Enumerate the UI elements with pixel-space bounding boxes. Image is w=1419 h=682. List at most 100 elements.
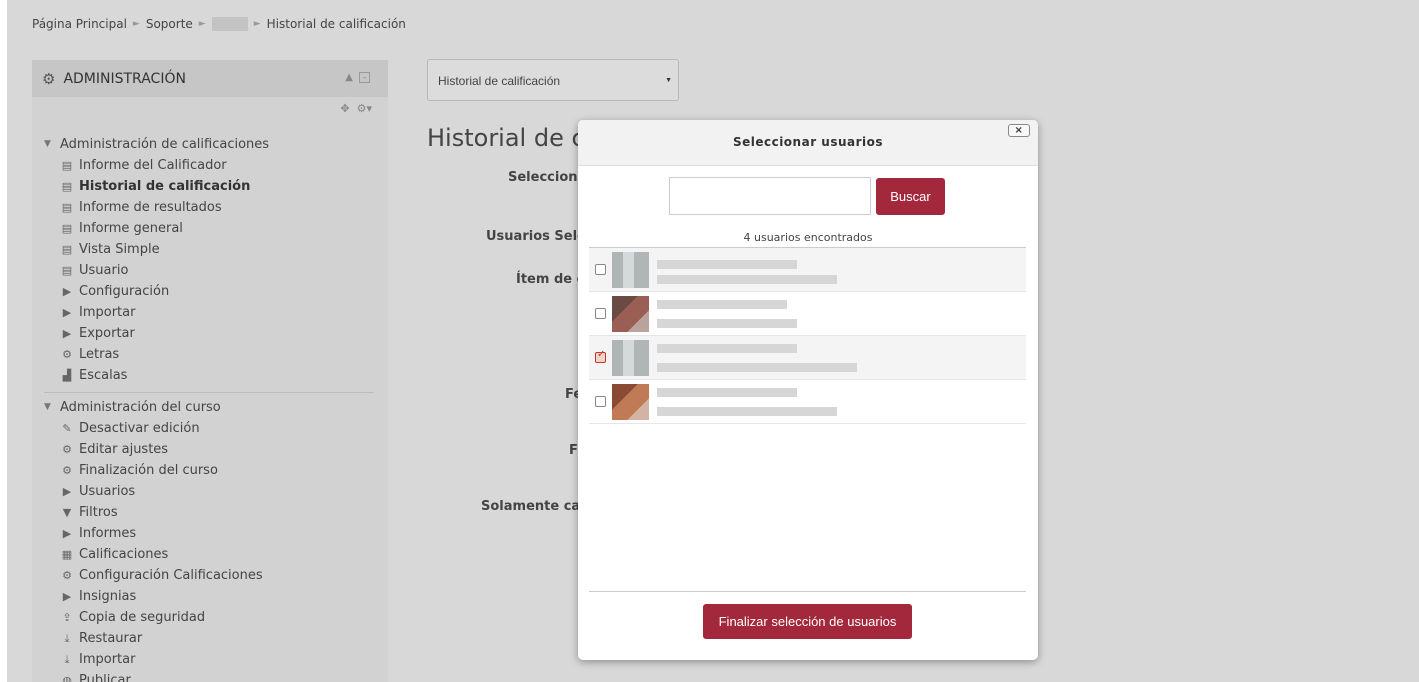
blurred-name: [657, 260, 797, 269]
tree-section-grades[interactable]: ▼ Administración de calificaciones: [44, 134, 374, 155]
gears-icon: ⚙: [42, 69, 56, 88]
tree-item-escalas[interactable]: ▟ Escalas: [44, 365, 374, 386]
user-checkbox[interactable]: [595, 308, 606, 319]
tree-item-label: Configuración Calificaciones: [79, 568, 263, 583]
block-tools: ✥ ⚙▾: [340, 102, 372, 115]
tree-item-restaurar[interactable]: ⤓ Restaurar: [44, 628, 374, 649]
tree-item-usuarios[interactable]: ▶ Usuarios: [44, 481, 374, 502]
tree-item-publicar[interactable]: ◍ Publicar: [44, 670, 374, 682]
caret-down-icon: ▼: [44, 402, 51, 412]
blurred-name: [657, 300, 787, 309]
tree-item-informes[interactable]: ▶ Informes: [44, 523, 374, 544]
tree-section-label: Administración del curso: [60, 400, 221, 415]
filter-icon: ▼: [62, 506, 72, 519]
download-icon: ⤓: [64, 653, 70, 666]
breadcrumb-home[interactable]: Página Principal: [32, 17, 127, 31]
tree-item-historial[interactable]: ▤ Historial de calificación: [44, 176, 374, 197]
tree-item-calificaciones[interactable]: ▦ Calificaciones: [44, 544, 374, 565]
close-icon[interactable]: ×: [1008, 124, 1030, 137]
report-icon: ▤: [61, 243, 73, 256]
tree-item-label: Letras: [79, 347, 120, 362]
tree-section-course[interactable]: ▼ Administración del curso: [44, 397, 374, 418]
move-icon[interactable]: ✥: [340, 102, 349, 115]
breadcrumb-separator-icon: ►: [253, 19, 261, 29]
admin-tree: ▼ Administración de calificaciones ▤ Info…: [44, 134, 374, 682]
breadcrumb-current: Historial de calificación: [266, 17, 406, 31]
user-checkbox[interactable]: [595, 264, 606, 275]
tree-item-configuracion[interactable]: ▶ Configuración: [44, 281, 374, 302]
tree-item-desactivar-edicion[interactable]: ✎ Desactivar edición: [44, 418, 374, 439]
caret-right-icon: ▶: [62, 285, 72, 298]
tree-item-label: Importar: [79, 305, 136, 320]
breadcrumb-separator-icon: ►: [198, 19, 206, 29]
label-users-selected: Usuarios Sele: [486, 229, 586, 244]
avatar: [612, 252, 649, 288]
tree-item-vista-simple[interactable]: ▤ Vista Simple: [44, 239, 374, 260]
tree-item-label: Publicar: [79, 673, 131, 682]
tree-item-informe-calificador[interactable]: ▤ Informe del Calificador: [44, 155, 374, 176]
tree-item-general[interactable]: ▤ Informe general: [44, 218, 374, 239]
tree-item-insignias[interactable]: ▶ Insignias: [44, 586, 374, 607]
breadcrumb-soporte[interactable]: Soporte: [146, 17, 193, 31]
user-list: [589, 247, 1026, 424]
user-search-input[interactable]: [669, 177, 871, 215]
block-controls: ▲ –: [345, 72, 370, 83]
dropdown-arrow-icon: ▼: [665, 77, 672, 84]
tree-item-importar[interactable]: ▶ Importar: [44, 302, 374, 323]
tree-item-label: Usuario: [79, 263, 129, 278]
search-button[interactable]: Buscar: [876, 178, 945, 215]
gear-menu-icon[interactable]: ⚙▾: [357, 102, 372, 115]
tree-item-label: Configuración: [79, 284, 170, 299]
select-users-dialog: Seleccionar usuarios × Buscar 4 usuarios…: [578, 120, 1038, 660]
breadcrumb-course-redacted[interactable]: [211, 17, 248, 31]
tree-item-label: Copia de seguridad: [79, 610, 206, 625]
caret-right-icon: ▶: [62, 527, 72, 540]
tree-item-copia-seguridad[interactable]: ⇪ Copia de seguridad: [44, 607, 374, 628]
collapse-icon[interactable]: ▲: [345, 72, 353, 83]
user-checkbox-checked[interactable]: [595, 349, 606, 363]
label-select: Selecciona: [508, 170, 587, 185]
tree-item-resultados[interactable]: ▤ Informe de resultados: [44, 197, 374, 218]
tree-item-finalizacion[interactable]: ⚙ Finalización del curso: [44, 460, 374, 481]
bar-chart-icon: ▟: [62, 369, 72, 382]
tree-item-letras[interactable]: ⚙ Letras: [44, 344, 374, 365]
report-icon: ▤: [61, 201, 73, 214]
blurred-email: [657, 319, 797, 328]
tree-item-label: Calificaciones: [79, 547, 169, 562]
tree-item-editar-ajustes[interactable]: ⚙ Editar ajustes: [44, 439, 374, 460]
blurred-email: [657, 407, 837, 416]
user-checkbox[interactable]: [595, 396, 606, 407]
table-icon: ▦: [61, 548, 73, 561]
dialog-header: Seleccionar usuarios ×: [578, 120, 1038, 166]
report-selector[interactable]: Historial de calificación ▼: [427, 59, 679, 101]
tree-item-exportar[interactable]: ▶ Exportar: [44, 323, 374, 344]
blurred-email: [657, 275, 837, 284]
label-f: F: [569, 443, 578, 458]
user-row[interactable]: [589, 248, 1026, 292]
caret-right-icon: ▶: [62, 485, 72, 498]
tree-item-label: Finalización del curso: [79, 463, 218, 478]
finish-selection-button[interactable]: Finalizar selección de usuarios: [703, 604, 912, 639]
dock-icon[interactable]: –: [359, 72, 370, 83]
tree-item-label: Importar: [79, 652, 136, 667]
tree-item-importar-curso[interactable]: ⤓ Importar: [44, 649, 374, 670]
tree-item-usuario[interactable]: ▤ Usuario: [44, 260, 374, 281]
breadcrumb-separator-icon: ►: [132, 19, 140, 29]
tree-divider: [44, 392, 374, 393]
report-icon: ▤: [61, 180, 73, 193]
breadcrumb: Página Principal ► Soporte ► ► Historial…: [32, 17, 406, 31]
tree-item-config-calificaciones[interactable]: ⚙ Configuración Calificaciones: [44, 565, 374, 586]
tree-item-label: Informe general: [79, 221, 183, 236]
user-row[interactable]: [589, 292, 1026, 336]
avatar: [612, 340, 649, 376]
label-solamente: Solamente cal: [481, 499, 585, 514]
tree-item-label: Informes: [79, 526, 137, 541]
tree-item-filtros[interactable]: ▼ Filtros: [44, 502, 374, 523]
globe-icon: ◍: [62, 674, 72, 682]
gear-icon: ⚙: [62, 443, 72, 456]
caret-right-icon: ▶: [62, 327, 72, 340]
report-selector-value: Historial de calificación: [438, 74, 561, 88]
user-row[interactable]: [589, 336, 1026, 380]
admin-block-title: ADMINISTRACIÓN: [63, 70, 186, 87]
user-row[interactable]: [589, 380, 1026, 424]
